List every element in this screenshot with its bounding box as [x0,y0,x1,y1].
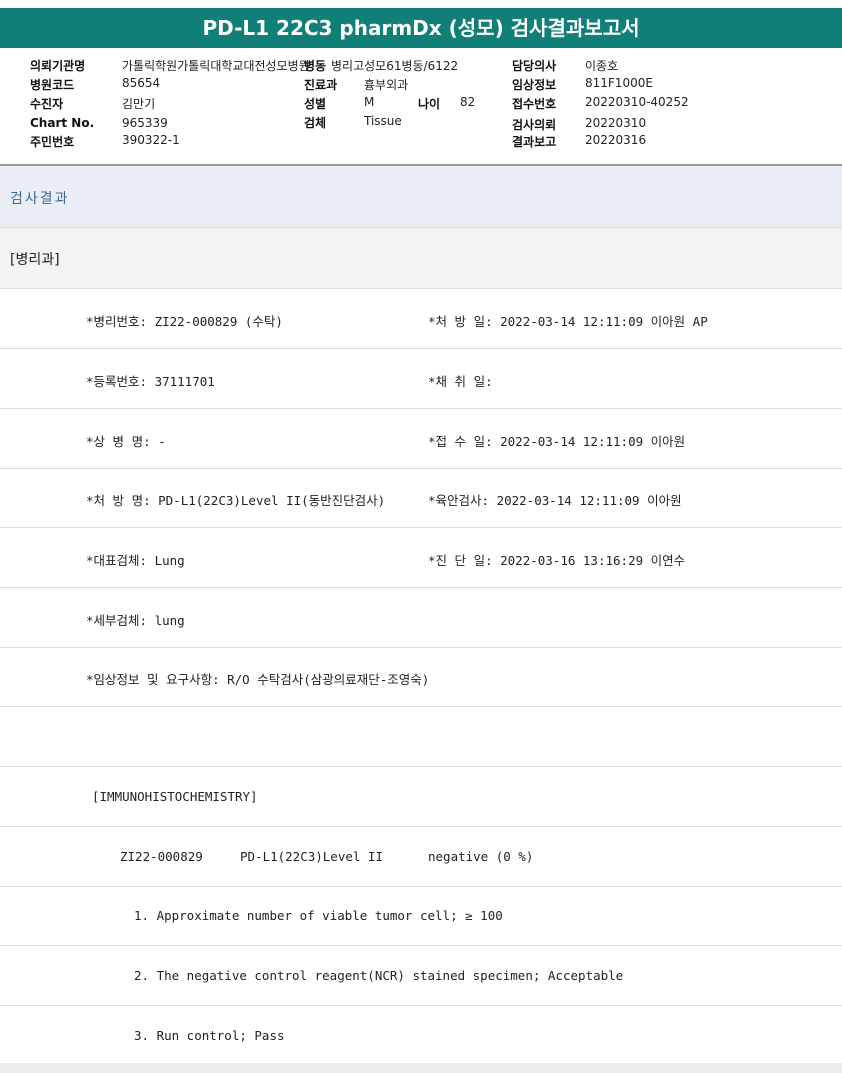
clinical-info-label: 임상정보 [512,78,557,92]
resident-no-value: 390322-1 [122,133,180,147]
doctor-label: 담당의사 [512,59,557,73]
specimen-label: 검체 [304,116,327,130]
ihc-item-row: 1. Approximate number of viable tumor ce… [0,886,842,946]
registration-no: *등록번호: 37111701 [86,374,215,389]
result-row: *등록번호: 37111701 *채 취 일: [0,349,842,409]
ihc-result: negative (0 %) [428,849,534,864]
sex-value: M [364,95,375,109]
detail-specimen: *세부검체: lung [86,613,185,628]
receipt-no-label: 접수번호 [512,97,557,111]
recipient-value: 김만기 [122,97,156,111]
institution-value: 가톨릭학원가톨릭대학교대전성모병원 [122,59,310,73]
ihc-item-1: 1. Approximate number of viable tumor ce… [134,908,503,923]
diagnosis-date: *진 단 일: 2022-03-16 13:16:29 이연수 [428,553,686,568]
department-value: 흉부외과 [364,78,409,92]
ihc-item-2: 2. The negative control reagent(NCR) sta… [134,968,624,983]
request-value: 20220310 [585,116,647,130]
result-row: *세부검체: lung [0,588,842,648]
ihc-header: [IMMUNOHISTOCHEMISTRY] [92,789,258,804]
gross-exam-date: *육안검사: 2022-03-14 12:11:09 이아원 [428,493,682,508]
ihc-item-row: 3. Run control; Pass [0,1006,842,1065]
bottom-band [0,1063,842,1073]
result-row: *처 방 명: PD-L1(22C3)Level II(동반진단검사) *육안검… [0,468,842,528]
patient-info-panel: 의뢰기관명 가톨릭학원가톨릭대학교대전성모병원 병동 병리고성모61병동/612… [0,48,842,164]
blank-row [0,707,842,767]
ihc-item-row: 2. The negative control reagent(NCR) sta… [0,946,842,1006]
institution-label: 의뢰기관명 [30,59,86,73]
department-tag-row: [병리과] [0,228,842,289]
report-label: 결과보고 [512,135,557,149]
result-row: *대표검체: Lung *진 단 일: 2022-03-16 13:16:29 … [0,528,842,588]
clinical-info-value: 811F1000E [585,76,653,90]
ward-label: 병동 [304,59,327,73]
hospital-code-value: 85654 [122,76,161,90]
report-title: PD-L1 22C3 pharmDx (성모) 검사결과보고서 [0,8,842,48]
resident-no-label: 주민번호 [30,135,75,149]
receipt-date: *접 수 일: 2022-03-14 12:11:09 이아원 [428,434,686,449]
ihc-test-name: PD-L1(22C3)Level II [240,849,383,864]
age-value: 82 [460,95,476,109]
recipient-label: 수진자 [30,97,64,111]
pathology-no: *병리번호: ZI22-000829 (수탁) [86,314,283,329]
chart-no-value: 965339 [122,116,168,130]
department-label: 진료과 [304,78,338,92]
result-section-header: 검사결과 [0,166,842,228]
hospital-code-label: 병원코드 [30,78,75,92]
collection-date: *채 취 일: [428,374,493,389]
department-tag: [병리과] [10,252,60,268]
request-label: 검사의뢰 [512,118,557,132]
ihc-item-3: 3. Run control; Pass [134,1028,285,1043]
receipt-no-value: 20220310-40252 [585,95,689,109]
result-row: *병리번호: ZI22-000829 (수탁) *처 방 일: 2022-03-… [0,289,842,349]
age-label: 나이 [418,97,441,111]
prescription-date: *처 방 일: 2022-03-14 12:11:09 이아원 AP [428,314,708,329]
sex-label: 성별 [304,97,327,111]
prescription-name: *처 방 명: PD-L1(22C3)Level II(동반진단검사) [86,493,386,508]
result-row: *상 병 명: - *접 수 일: 2022-03-14 12:11:09 이아… [0,409,842,469]
representative-specimen: *대표검체: Lung [86,553,185,568]
specimen-value: Tissue [364,114,402,128]
report-value: 20220316 [585,133,647,147]
chart-no-label: Chart No. [30,116,95,130]
doctor-value: 이종호 [585,59,619,73]
clinical-requirements: *임상정보 및 요구사항: R/O 수탁검사(삼광의료재단-조영숙) [86,672,430,687]
ward-value: 병리고성모61병동/6122 [331,59,459,73]
ihc-header-row: [IMMUNOHISTOCHEMISTRY] [0,767,842,827]
diagnosis-name: *상 병 명: - [86,434,166,449]
section-title: 검사결과 [10,191,70,207]
ihc-specimen-id: ZI22-000829 [120,849,203,864]
ihc-result-row: ZI22-000829 PD-L1(22C3)Level II negative… [0,827,842,887]
result-row: *임상정보 및 요구사항: R/O 수탁검사(삼광의료재단-조영숙) [0,647,842,707]
